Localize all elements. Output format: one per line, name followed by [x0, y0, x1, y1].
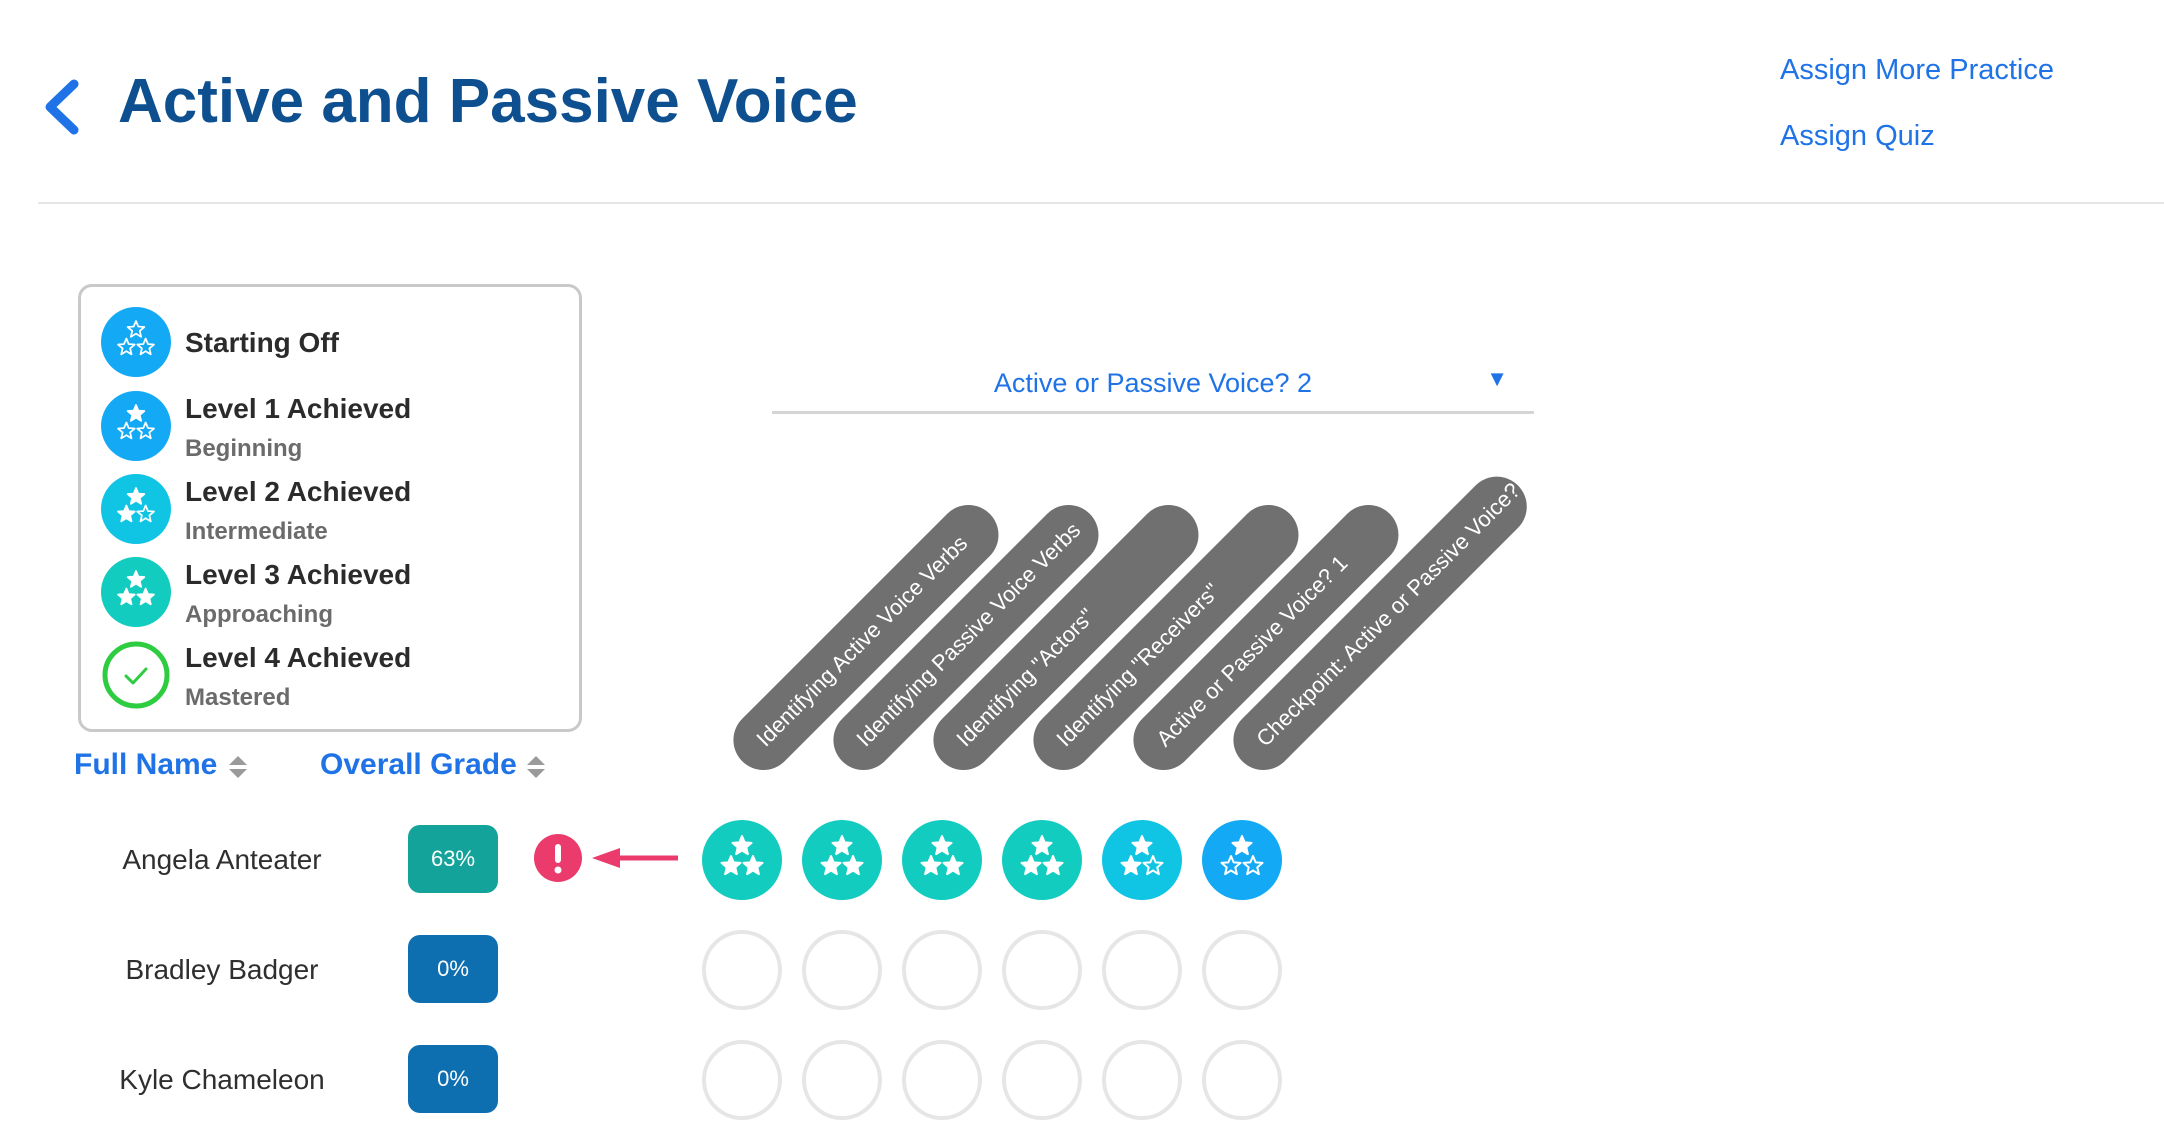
progress-empty-circle[interactable]: [1102, 1040, 1182, 1120]
progress-level-3-icon[interactable]: [1002, 820, 1082, 900]
progress-empty-circle[interactable]: [1002, 1040, 1082, 1120]
progress-empty-circle[interactable]: [902, 930, 982, 1010]
progress-level-3-icon[interactable]: [702, 820, 782, 900]
sort-icon[interactable]: [526, 755, 546, 779]
activity-select-value: Active or Passive Voice? 2: [993, 368, 1313, 398]
progress-empty-circle[interactable]: [802, 1040, 882, 1120]
progress-empty-circle[interactable]: [1102, 930, 1182, 1010]
legend-item-title: Level 4 Achieved: [185, 642, 412, 673]
legend-item-subtitle: Approaching: [185, 601, 333, 628]
activity-select[interactable]: Active or Passive Voice? 2 ▼: [772, 360, 1534, 414]
legend-item-title: Level 1 Achieved: [185, 393, 412, 424]
student-name[interactable]: Bradley Badger: [72, 954, 372, 986]
alert-icon[interactable]: [534, 834, 582, 882]
progress-level-3-icon[interactable]: [802, 820, 882, 900]
progress-empty-circle[interactable]: [702, 930, 782, 1010]
page-title: Active and Passive Voice: [118, 67, 858, 136]
grade-badge[interactable]: 0%: [408, 935, 498, 1003]
stars-outline-icon: [101, 307, 171, 377]
stars-three-filled-icon: [101, 557, 171, 627]
app-root: Active and Passive Voice Assign More Pra…: [0, 0, 2164, 1134]
progress-level-3-icon[interactable]: [902, 820, 982, 900]
progress-level-1-icon[interactable]: [1202, 820, 1282, 900]
grade-badge[interactable]: 63%: [408, 825, 498, 893]
legend-item-subtitle: Mastered: [185, 684, 291, 711]
legend-item-subtitle: Beginning: [185, 435, 303, 462]
full-name-column-header[interactable]: Full Name: [74, 748, 217, 782]
progress-empty-circle[interactable]: [802, 930, 882, 1010]
caret-down-icon: ▼: [1486, 366, 1508, 391]
assign-more-practice-link[interactable]: Assign More Practice: [1780, 54, 2054, 87]
grade-badge[interactable]: 0%: [408, 1045, 498, 1113]
legend-item-title: Level 2 Achieved: [185, 476, 412, 507]
student-name[interactable]: Angela Anteater: [72, 844, 372, 876]
progress-empty-circle[interactable]: [902, 1040, 982, 1120]
header-divider: [38, 202, 2164, 204]
stars-two-filled-icon: [101, 474, 171, 544]
progress-empty-circle[interactable]: [1002, 930, 1082, 1010]
stars-one-filled-icon: [101, 391, 171, 461]
progress-level-2-icon[interactable]: [1102, 820, 1182, 900]
legend-item-title: Starting Off: [185, 327, 339, 358]
legend-item-subtitle: Intermediate: [185, 518, 328, 545]
check-circle-icon: [101, 640, 171, 710]
legend-panel: Starting Off Level 1 Achieved Beginning …: [78, 284, 582, 732]
overall-grade-column-header[interactable]: Overall Grade: [320, 748, 517, 782]
sort-icon[interactable]: [228, 755, 248, 779]
back-chevron-icon[interactable]: [40, 78, 86, 136]
legend-item-title: Level 3 Achieved: [185, 559, 412, 590]
arrow-left-icon: [592, 848, 678, 868]
progress-empty-circle[interactable]: [1202, 930, 1282, 1010]
student-name[interactable]: Kyle Chameleon: [72, 1064, 372, 1096]
progress-empty-circle[interactable]: [702, 1040, 782, 1120]
assign-quiz-link[interactable]: Assign Quiz: [1780, 120, 1935, 153]
progress-empty-circle[interactable]: [1202, 1040, 1282, 1120]
